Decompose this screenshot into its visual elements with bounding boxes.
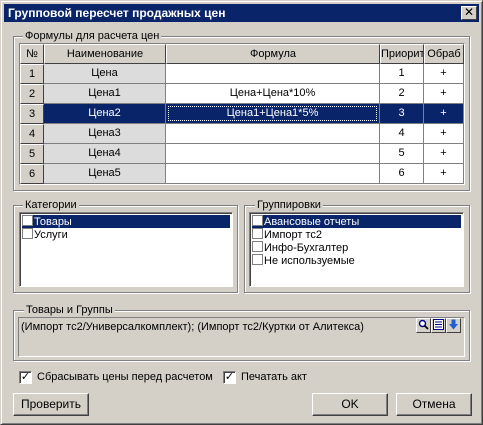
grouping-item-checkbox[interactable]: [252, 228, 263, 239]
dialog-window: Групповой пересчет продажных цен ✕ Форму…: [0, 0, 483, 425]
row-priority-cell[interactable]: 6: [380, 164, 424, 184]
grouping-item-checkbox[interactable]: [252, 241, 263, 252]
header-process[interactable]: Обраб: [424, 44, 464, 64]
grouping-item-label: Инфо-Бухгалтер: [264, 242, 349, 254]
ok-button[interactable]: OK: [312, 393, 388, 416]
table-row[interactable]: 2 Цена1 Цена+Цена*10% 2 +: [20, 84, 464, 104]
row-process-cell[interactable]: +: [424, 64, 464, 84]
list-icon[interactable]: [431, 318, 446, 333]
arrow-down-icon[interactable]: [446, 318, 461, 333]
goods-groups-legend: Товары и Группы: [24, 303, 115, 317]
groupings-list[interactable]: Авансовые отчеты Импорт тс2 Инфо-Бухгалтер…: [249, 212, 464, 287]
row-process-cell[interactable]: +: [424, 124, 464, 144]
table-row[interactable]: 3 Цена2 Цена1+Цена1*5% 3 +: [20, 104, 464, 124]
row-formula-cell[interactable]: Цена1+Цена1*5%: [166, 104, 380, 124]
row-name-cell[interactable]: Цена4: [44, 144, 166, 164]
row-name-cell[interactable]: Цена2: [44, 104, 166, 124]
row-process-cell[interactable]: +: [424, 84, 464, 104]
row-formula-cell[interactable]: [166, 144, 380, 164]
row-name-cell[interactable]: Цена: [44, 64, 166, 84]
row-formula-cell[interactable]: [166, 164, 380, 184]
table-row[interactable]: 1 Цена 1 +: [20, 64, 464, 84]
row-priority-cell[interactable]: 4: [380, 124, 424, 144]
grouping-item-checkbox[interactable]: [252, 215, 263, 226]
grouping-item-checkbox[interactable]: [252, 254, 263, 265]
row-name-cell[interactable]: Цена3: [44, 124, 166, 144]
formulas-grid[interactable]: № Наименование Формула Приоритет Обраб 1…: [19, 43, 465, 185]
row-num-cell[interactable]: 2: [20, 84, 44, 104]
category-item[interactable]: Услуги: [22, 228, 230, 241]
header-num[interactable]: №: [20, 44, 44, 64]
row-formula-cell[interactable]: [166, 64, 380, 84]
header-formula[interactable]: Формула: [166, 44, 380, 64]
search-icon[interactable]: [416, 318, 431, 333]
categories-legend: Категории: [23, 198, 79, 212]
grouping-item[interactable]: Инфо-Бухгалтер: [252, 241, 461, 254]
window-title: Групповой пересчет продажных цен: [8, 6, 226, 20]
table-row[interactable]: 6 Цена5 6 +: [20, 164, 464, 184]
table-row[interactable]: 5 Цена4 5 +: [20, 144, 464, 164]
row-process-cell[interactable]: +: [424, 164, 464, 184]
row-priority-cell[interactable]: 5: [380, 144, 424, 164]
row-process-cell[interactable]: +: [424, 144, 464, 164]
grouping-item[interactable]: Не используемые: [252, 254, 461, 267]
category-item-checkbox[interactable]: [22, 228, 33, 239]
row-num-cell[interactable]: 1: [20, 64, 44, 84]
categories-list[interactable]: Товары Услуги: [19, 212, 233, 287]
table-row[interactable]: 4 Цена3 4 +: [20, 124, 464, 144]
category-item-label: Товары: [34, 216, 72, 228]
row-process-cell[interactable]: +: [424, 104, 464, 124]
header-name[interactable]: Наименование: [44, 44, 166, 64]
row-priority-cell[interactable]: 1: [380, 64, 424, 84]
print-act-label[interactable]: Печатать акт: [241, 370, 307, 384]
grouping-item-label: Не используемые: [264, 255, 355, 267]
category-item-checkbox[interactable]: [22, 215, 33, 226]
focus-rect: [166, 104, 379, 123]
row-name-cell[interactable]: Цена1: [44, 84, 166, 104]
close-button[interactable]: ✕: [461, 6, 477, 20]
reset-prices-checkbox[interactable]: ✓: [19, 371, 32, 384]
grid-header-row: № Наименование Формула Приоритет Обраб: [20, 44, 464, 64]
row-num-cell[interactable]: 6: [20, 164, 44, 184]
grouping-item[interactable]: Авансовые отчеты: [252, 215, 461, 228]
header-priority[interactable]: Приоритет: [380, 44, 424, 64]
formulas-legend: Формулы для расчета цен: [23, 29, 162, 43]
goods-groups-value: (Импорт тс2/Универсалкомплект); (Импорт …: [21, 321, 364, 333]
row-num-cell[interactable]: 3: [20, 104, 44, 124]
row-name-cell[interactable]: Цена5: [44, 164, 166, 184]
print-act-checkbox[interactable]: ✓: [223, 371, 236, 384]
cancel-button[interactable]: Отмена: [396, 393, 472, 416]
row-formula-cell[interactable]: Цена+Цена*10%: [166, 84, 380, 104]
grouping-item-label: Импорт тс2: [264, 229, 323, 241]
grouping-item-label: Авансовые отчеты: [264, 216, 360, 228]
category-item[interactable]: Товары: [22, 215, 230, 228]
row-priority-cell[interactable]: 3: [380, 104, 424, 124]
row-num-cell[interactable]: 5: [20, 144, 44, 164]
check-button[interactable]: Проверить: [13, 393, 89, 416]
reset-prices-label[interactable]: Сбрасывать цены перед расчетом: [37, 370, 213, 384]
row-priority-cell[interactable]: 2: [380, 84, 424, 104]
goods-groups-panel: (Импорт тс2/Универсалкомплект); (Импорт …: [18, 317, 465, 357]
groupings-legend: Группировки: [255, 198, 323, 212]
grouping-item[interactable]: Импорт тс2: [252, 228, 461, 241]
category-item-label: Услуги: [34, 229, 68, 241]
title-bar: Групповой пересчет продажных цен ✕: [4, 4, 479, 22]
row-formula-cell[interactable]: [166, 124, 380, 144]
row-num-cell[interactable]: 4: [20, 124, 44, 144]
